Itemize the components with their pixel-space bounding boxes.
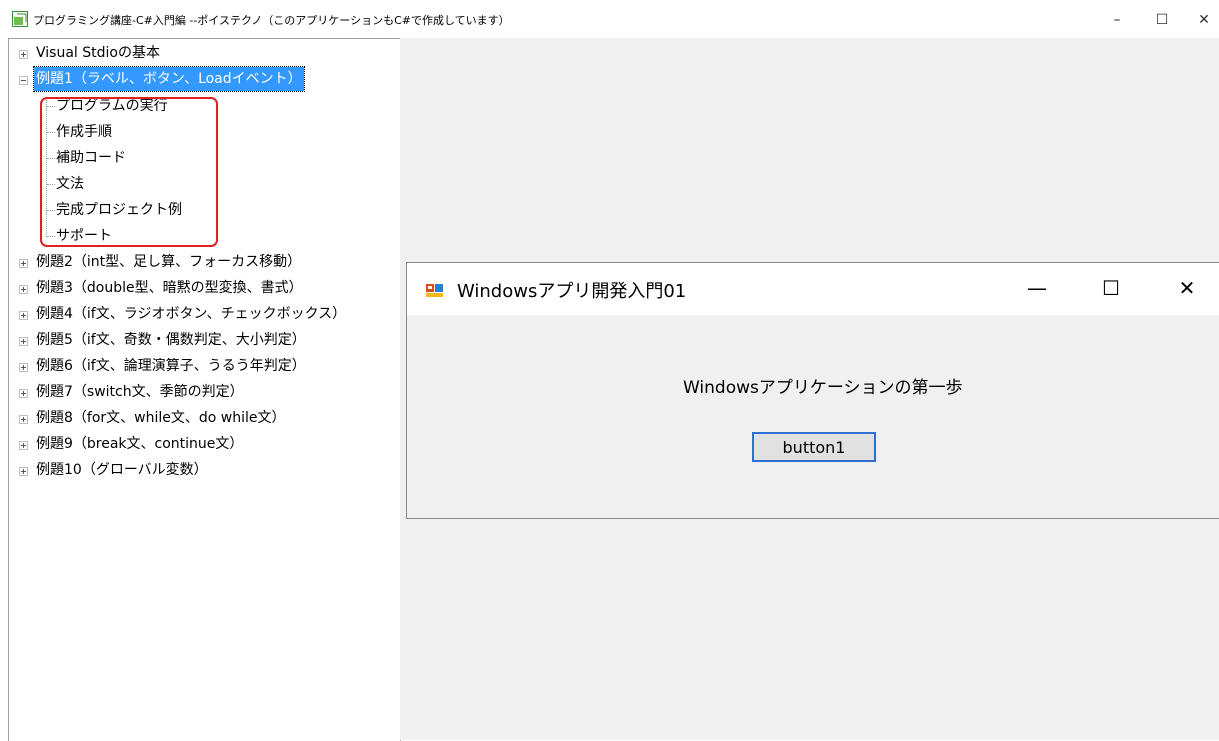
app-icon [12,11,28,27]
expand-icon[interactable] [19,337,28,346]
close-button[interactable]: ✕ [1184,6,1219,34]
minimize-icon: – [1113,12,1121,28]
sample-form-window[interactable]: Windowsアプリ開発入門01 — ☐ ✕ Windowsアプリケーションの第… [406,262,1219,519]
sample-form-title: Windowsアプリ開発入門01 [457,281,687,302]
expand-icon[interactable] [19,389,28,398]
close-icon: ✕ [1178,276,1196,300]
close-icon: ✕ [1198,12,1210,28]
expand-icon[interactable] [19,50,28,59]
window-titlebar[interactable]: プログラミング講座-C#入門編 --ポイステクノ（このアプリケーションもC#で作… [0,0,1219,38]
sample-form-button[interactable]: button1 [752,432,876,462]
sample-form-titlebar[interactable]: Windowsアプリ開発入門01 — ☐ ✕ [407,263,1219,315]
minimize-button[interactable]: – [1097,6,1137,34]
maximize-icon: ☐ [1155,12,1169,28]
expand-icon[interactable] [19,311,28,320]
window-title: プログラミング講座-C#入門編 --ポイステクノ（このアプリケーションもC#で作… [33,14,510,27]
minimize-icon: — [1027,276,1047,300]
expand-icon[interactable] [19,285,28,294]
sample-form-label: Windowsアプリケーションの第一歩 [683,378,963,398]
expand-icon[interactable] [19,259,28,268]
expand-icon[interactable] [19,415,28,424]
form-close-button[interactable]: ✕ [1167,275,1207,301]
expand-icon[interactable] [19,363,28,372]
expand-icon[interactable] [19,441,28,450]
form-app-icon [426,284,443,297]
form-maximize-button[interactable]: ☐ [1091,275,1131,301]
form-minimize-button[interactable]: — [1017,275,1057,301]
annotation-highlight-box [40,97,218,247]
maximize-icon: ☐ [1102,276,1120,300]
expand-icon[interactable] [19,467,28,476]
collapse-icon[interactable] [19,76,28,85]
maximize-button[interactable]: ☐ [1142,6,1182,34]
